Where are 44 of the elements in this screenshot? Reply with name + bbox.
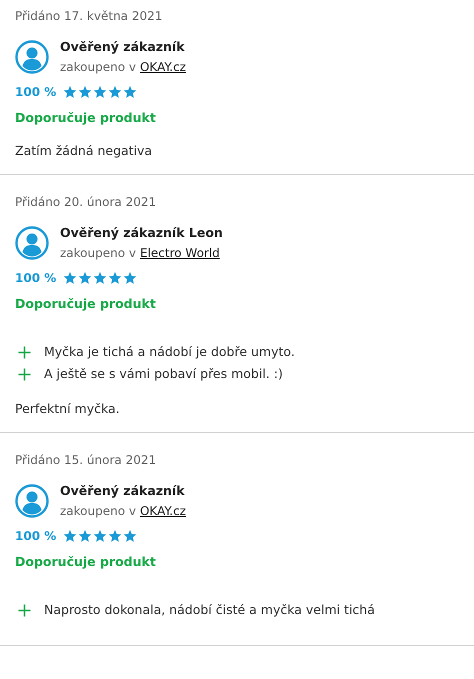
star-icon <box>123 529 138 543</box>
star-icon <box>123 85 138 99</box>
recommendation-label: Doporučuje produkt <box>15 553 157 571</box>
star-icon <box>108 529 122 543</box>
plus-icon <box>18 368 31 380</box>
pro-item: A ještě se s vámi pobaví přes mobil. :) <box>44 365 283 383</box>
rating-percent: 100 % <box>15 271 56 285</box>
recommendation-label: Doporučuje produkt <box>15 109 157 127</box>
reviewer-name: Ověřený zákazník <box>60 38 186 56</box>
shop-link[interactable]: OKAY.cz <box>140 501 186 521</box>
star-icon <box>108 271 122 285</box>
reviewer-name: Ověřený zákazník Leon <box>60 224 223 242</box>
plus-icon <box>18 346 31 358</box>
star-icon <box>63 85 78 99</box>
reviewer-name: Ověřený zákazník <box>60 482 186 500</box>
review-date: Přidáno 17. května 2021 <box>15 8 164 25</box>
star-icon <box>78 271 92 285</box>
shop-link[interactable]: OKAY.cz <box>140 57 186 77</box>
recommendation-label: Doporučuje produkt <box>15 295 157 313</box>
star-icon <box>78 529 92 543</box>
star-icon <box>63 529 78 543</box>
pro-item: Myčka je tichá a nádobí je dobře umyto. <box>44 343 295 361</box>
shop-link[interactable]: Electro World <box>140 243 220 263</box>
review-text: Zatím žádná negativa <box>15 142 154 160</box>
purchase-note: zakoupeno v <box>60 59 136 76</box>
star-icon <box>93 271 108 285</box>
purchase-note: zakoupeno v <box>60 503 136 520</box>
review-date: Přidáno 15. února 2021 <box>15 452 158 469</box>
pro-item: Naprosto dokonala, nádobí čisté a myčka velmi tichá <box>44 601 375 619</box>
star-icon <box>93 85 108 99</box>
rating-percent: 100 % <box>15 529 56 543</box>
star-icon <box>63 271 78 285</box>
star-icon <box>93 529 108 543</box>
plus-icon <box>18 604 31 616</box>
user-avatar-icon <box>15 40 49 74</box>
user-avatar-icon <box>15 484 49 518</box>
rating-percent: 100 % <box>15 85 56 99</box>
star-icon <box>108 85 122 99</box>
purchase-note: zakoupeno v <box>60 245 136 262</box>
star-icon <box>78 85 92 99</box>
review-text: Perfektní myčka. <box>15 400 121 418</box>
review-date: Přidáno 20. února 2021 <box>15 194 158 211</box>
star-icon <box>123 271 138 285</box>
user-avatar-icon <box>15 226 49 260</box>
